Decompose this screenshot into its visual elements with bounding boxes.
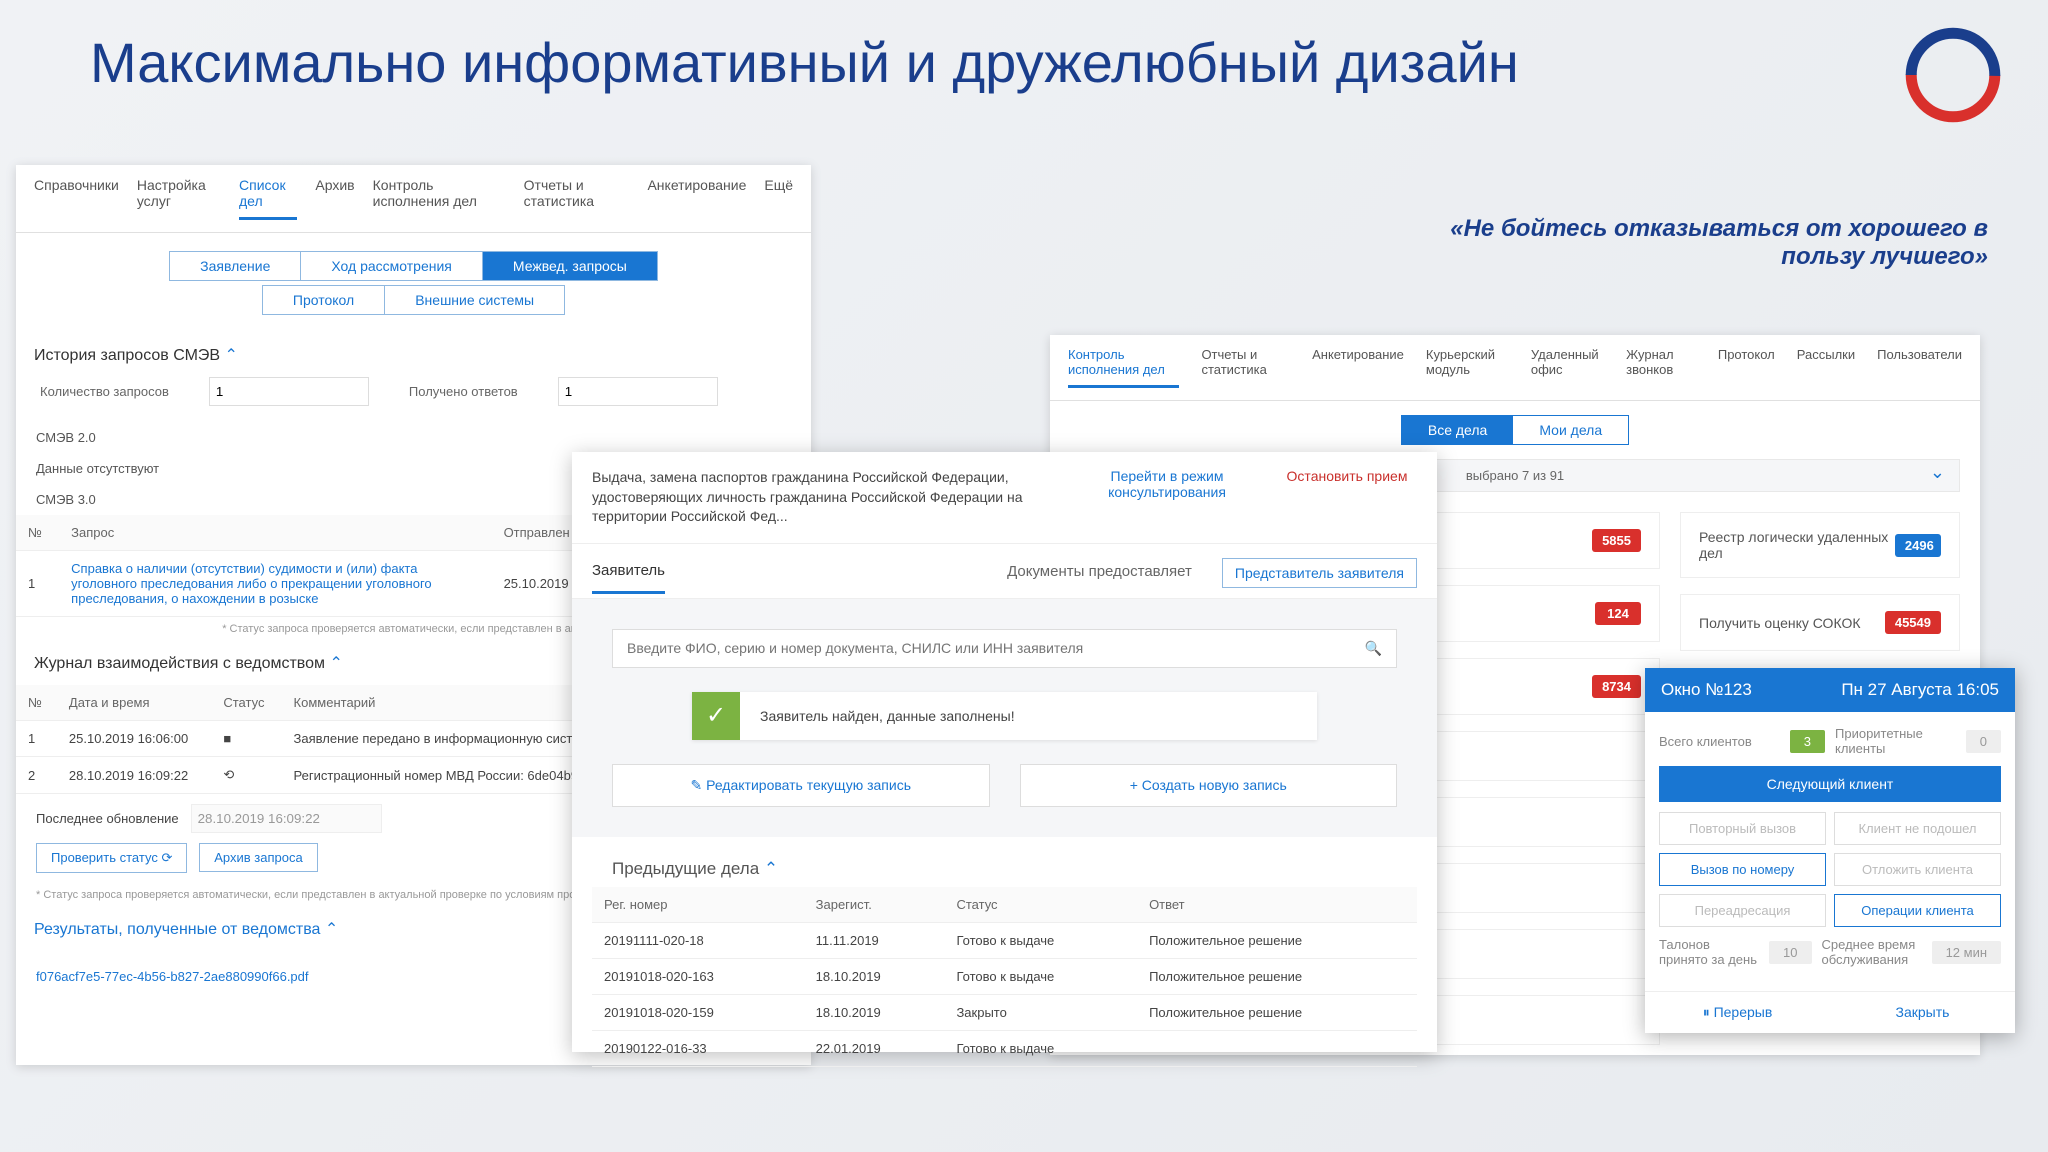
check-icon: ✓ (692, 692, 740, 740)
nav-tab[interactable]: Контроль исполнения дел (1068, 347, 1179, 388)
archive-button[interactable]: Архив запроса (199, 843, 317, 872)
nav-tab[interactable]: Курьерский модуль (1426, 347, 1509, 388)
nav-tab[interactable]: Ещё (764, 177, 793, 220)
table-header: № (16, 515, 59, 551)
table-row[interactable]: 20190122-016-3322.01.2019Готово к выдаче (592, 1030, 1417, 1066)
table-header: № (16, 685, 57, 721)
toggle-all[interactable]: Все дела (1402, 416, 1513, 444)
nav-tab[interactable]: Удаленный офис (1531, 347, 1604, 388)
nav-tab[interactable]: Анкетирование (647, 177, 746, 220)
nav-tab[interactable]: Журнал звонков (1626, 347, 1696, 388)
service-title: Выдача, замена паспортов гражданина Росс… (572, 452, 1077, 543)
status-badge: 2496 (1895, 534, 1941, 557)
total-clients-label: Всего клиентов (1659, 734, 1780, 749)
edit-record-button[interactable]: ✎ Редактировать текущую запись (612, 764, 990, 807)
prev-cases-header[interactable]: Предыдущие дела ⌃ (572, 837, 1437, 887)
tab-documents[interactable]: Документы предоставляет (1007, 563, 1192, 592)
close-button[interactable]: Закрыть (1830, 992, 2015, 1033)
table-header: Рег. номер (592, 887, 804, 923)
panel-queue-widget: Окно №123 Пн 27 Августа 16:05 Всего клие… (1645, 668, 2015, 1033)
tickets-label: Талонов принято за день (1659, 937, 1759, 967)
total-clients-value: 3 (1790, 730, 1825, 753)
queue-action-button[interactable]: Операции клиента (1834, 894, 2001, 927)
subtab-button[interactable]: Межвед. запросы (483, 252, 657, 280)
logo (1898, 20, 2008, 130)
panel-applicant: Выдача, замена паспортов гражданина Росс… (572, 452, 1437, 1052)
check-status-button[interactable]: Проверить статус ⟳ (36, 843, 187, 873)
status-row[interactable]: Реестр логически удаленных дел2496 (1680, 512, 1960, 578)
nav-tab[interactable]: Архив (315, 177, 354, 220)
subtab-button[interactable]: Ход рассмотрения (301, 252, 483, 280)
tickets-value: 10 (1769, 941, 1811, 964)
representative-button[interactable]: Представитель заявителя (1222, 558, 1417, 588)
subtab-button[interactable]: Заявление (170, 252, 301, 280)
table-header: Зарегист. (804, 887, 945, 923)
nav-tab[interactable]: Отчеты и статистика (1201, 347, 1290, 388)
next-client-button[interactable]: Следующий клиент (1659, 766, 2001, 802)
create-record-button[interactable]: + Создать новую запись (1020, 764, 1398, 807)
success-message: ✓ Заявитель найден, данные заполнены! (692, 692, 1317, 740)
row-num: 1 (16, 551, 59, 617)
subtab-button[interactable]: Протокол (263, 286, 385, 314)
table-row[interactable]: 20191018-020-15918.10.2019ЗакрытоПоложит… (592, 994, 1417, 1030)
queue-action-button[interactable]: Отложить клиента (1834, 853, 2001, 886)
resp-label: Получено ответов (409, 384, 518, 399)
table-row[interactable]: 20191111-020-1811.11.2019Готово к выдаче… (592, 922, 1417, 958)
search-input[interactable] (627, 640, 1365, 656)
stop-reception-button[interactable]: Остановить прием (1257, 452, 1437, 543)
search-box[interactable]: 🔍 (612, 629, 1397, 668)
status-badge: 8734 (1592, 675, 1641, 698)
last-update-value (191, 804, 382, 833)
status-badge: 124 (1595, 602, 1641, 625)
nav-tab[interactable]: Протокол (1718, 347, 1775, 388)
prev-cases-table: Рег. номерЗарегист.СтатусОтвет 20191111-… (592, 887, 1417, 1067)
status-badge: 5855 (1592, 529, 1641, 552)
window-number: Окно №123 (1661, 680, 1752, 700)
datetime: Пн 27 Августа 16:05 (1841, 680, 1999, 700)
table-header: Ответ (1137, 887, 1417, 923)
priority-value: 0 (1966, 730, 2001, 753)
req-count-label: Количество запросов (40, 384, 169, 399)
toggle-my[interactable]: Мои дела (1513, 416, 1628, 444)
consult-mode-link[interactable]: Перейти в режим консультирования (1077, 452, 1257, 543)
table-header: Дата и время (57, 685, 211, 721)
avg-value: 12 мин (1932, 941, 2001, 964)
slide-title: Максимально информативный и дружелюбный … (90, 30, 1519, 95)
nav-tab[interactable]: Список дел (239, 177, 297, 220)
search-icon[interactable]: 🔍 (1365, 640, 1382, 657)
queue-action-button[interactable]: Повторный вызов (1659, 812, 1826, 845)
nav-tab[interactable]: Отчеты и статистика (524, 177, 630, 220)
req-count-input[interactable] (209, 377, 369, 406)
status-badge: 45549 (1885, 611, 1941, 634)
quote-text: «Не бойтесь отказываться от хорошего в п… (1428, 215, 1988, 271)
priority-label: Приоритетные клиенты (1835, 726, 1956, 756)
status-row[interactable]: Получить оценку СОКОК45549 (1680, 594, 1960, 651)
row-request-link[interactable]: Справка о наличии (отсутствии) судимости… (59, 551, 491, 617)
tab-applicant[interactable]: Заявитель (592, 562, 665, 594)
nav-tab[interactable]: Пользователи (1877, 347, 1962, 388)
nav-tab[interactable]: Контроль исполнения дел (373, 177, 506, 220)
nav-tab[interactable]: Анкетирование (1312, 347, 1404, 388)
break-button[interactable]: ⏸ Перерыв (1645, 992, 1830, 1033)
nav-tab[interactable]: Справочники (34, 177, 119, 220)
resp-input[interactable] (558, 377, 718, 406)
nav-tab[interactable]: Рассылки (1797, 347, 1855, 388)
queue-action-button[interactable]: Вызов по номеру (1659, 853, 1826, 886)
nav-tab[interactable]: Настройка услуг (137, 177, 221, 220)
last-update-label: Последнее обновление (36, 811, 179, 826)
queue-action-button[interactable]: Клиент не подошел (1834, 812, 2001, 845)
avg-label: Среднее время обслуживания (1822, 937, 1922, 967)
queue-action-button[interactable]: Переадресация (1659, 894, 1826, 927)
history-header[interactable]: История запросов СМЭВ ⌃ (16, 333, 811, 377)
table-header: Статус (211, 685, 281, 721)
smev20-label: СМЭВ 2.0 (16, 422, 811, 453)
subtab-button[interactable]: Внешние системы (385, 286, 564, 314)
table-header: Запрос (59, 515, 491, 551)
table-header: Статус (944, 887, 1137, 923)
table-row[interactable]: 20191018-020-16318.10.2019Готово к выдач… (592, 958, 1417, 994)
